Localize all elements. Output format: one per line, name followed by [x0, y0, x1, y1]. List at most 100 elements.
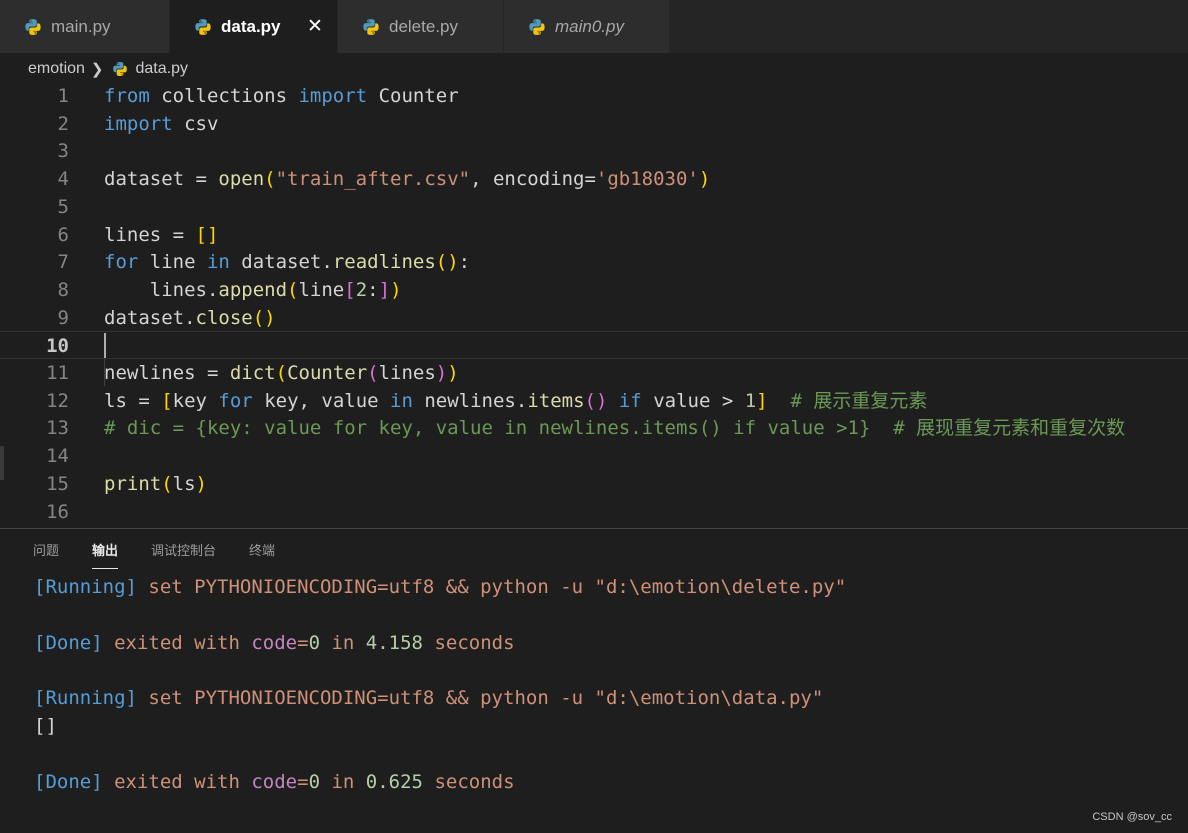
tab-label: main.py — [51, 16, 111, 36]
code-token: import — [104, 113, 173, 135]
python-file-icon — [112, 61, 128, 77]
line-number: 15 — [46, 473, 69, 495]
tab-main-py[interactable]: main.py — [0, 0, 170, 53]
code-token: ) — [390, 279, 402, 301]
close-icon[interactable]: ✕ — [305, 16, 325, 36]
code-text: lines = [] — [104, 221, 218, 249]
code-token: close — [195, 307, 253, 329]
code-token: [ — [344, 279, 356, 301]
code-token: items — [527, 390, 585, 412]
code-line[interactable]: 1 from collections import Counter — [0, 82, 1188, 110]
code-token: ( — [287, 279, 299, 301]
tab-data-py[interactable]: data.py ✕ — [170, 0, 338, 53]
line-number: 13 — [46, 417, 69, 439]
chevron-right-icon: ❯ — [90, 61, 104, 78]
output-token: [Done] — [34, 771, 103, 793]
panel-tab[interactable]: 问题 — [33, 541, 59, 569]
code-token: ) — [195, 473, 207, 495]
output-line: [Done] exited with code=0 in 0.625 secon… — [34, 768, 515, 796]
code-line[interactable]: 16 — [0, 498, 1188, 526]
code-token: if — [618, 390, 642, 412]
code-text: dataset.close() — [104, 304, 276, 332]
code-text: ls = [key for key, value in newlines.ite… — [104, 387, 927, 415]
python-file-icon — [194, 18, 212, 36]
code-line[interactable]: 6 lines = [] — [0, 221, 1188, 249]
output-panel: 问题 输出 调试控制台 终端 [Running] set PYTHONIOENCODI… — [0, 528, 1188, 833]
code-token: # dic = {key: value for key, value in ne… — [104, 417, 1126, 439]
code-token: ls — [172, 473, 196, 495]
line-number: 2 — [57, 113, 69, 135]
code-token: for — [104, 251, 139, 273]
code-line[interactable]: 10 — [0, 331, 1188, 359]
code-token: ) — [435, 362, 448, 384]
code-token: 2 — [355, 279, 368, 301]
code-token: newlines. — [412, 390, 528, 412]
code-line[interactable]: 7 for line in dataset.readlines(): — [0, 248, 1188, 276]
code-token: open — [218, 168, 265, 190]
code-token: [ — [161, 390, 173, 412]
line-number: 12 — [46, 390, 69, 412]
panel-tab[interactable]: 终端 — [249, 541, 275, 569]
tab-main0-py[interactable]: main0.py — [504, 0, 670, 53]
output-token: = — [297, 632, 309, 654]
code-line[interactable]: 15 print(ls) — [0, 470, 1188, 498]
python-file-icon — [24, 18, 42, 36]
panel-tab[interactable]: 调试控制台 — [151, 541, 216, 569]
line-number: 7 — [57, 251, 69, 273]
code-token: ( — [161, 473, 173, 495]
line-number: 1 — [57, 85, 69, 107]
code-token: line — [298, 279, 345, 301]
line-number: 5 — [57, 196, 69, 218]
output-token: [] — [34, 715, 57, 737]
code-text: print(ls) — [104, 470, 207, 498]
output-token: = — [297, 771, 309, 793]
line-number: 10 — [46, 335, 69, 357]
code-token: "train_after.csv" — [275, 168, 471, 190]
code-line[interactable]: 4 dataset = open("train_after.csv", encod… — [0, 165, 1188, 193]
code-token: , encoding= — [470, 168, 596, 190]
gutter-marker — [0, 446, 4, 480]
code-token: lines — [378, 362, 436, 384]
code-token: ) — [698, 168, 711, 190]
tab-label: main0.py — [555, 16, 624, 36]
line-number: 9 — [57, 307, 69, 329]
code-line[interactable]: 11 newlines = dict(Counter(lines)) — [0, 359, 1188, 387]
code-token: ] — [378, 279, 391, 301]
code-line[interactable]: 5 — [0, 193, 1188, 221]
output-token: seconds — [423, 632, 515, 654]
code-line[interactable]: 2 import csv — [0, 110, 1188, 138]
output-token: 0.625 — [365, 771, 423, 793]
breadcrumb-folder[interactable]: emotion — [28, 60, 85, 78]
code-line[interactable]: 8 lines.append(line[2:]) — [0, 276, 1188, 304]
code-token: [] — [195, 224, 219, 246]
code-line[interactable]: 14 — [0, 442, 1188, 470]
code-editor[interactable]: 1 from collections import Counter 2 import … — [0, 82, 1188, 528]
breadcrumb: emotion ❯ data.py — [28, 57, 188, 81]
output-token: set PYTHONIOENCODING=utf8 && python -u "… — [136, 576, 847, 598]
tab-label: data.py — [221, 16, 281, 36]
code-line[interactable]: 3 — [0, 137, 1188, 165]
code-token: collections — [149, 85, 299, 107]
code-token: dataset. — [229, 251, 333, 273]
line-number: 4 — [57, 168, 69, 190]
code-token: ls = — [104, 390, 162, 412]
code-text: lines.append(line[2:]) — [104, 276, 402, 304]
code-token: newlines = — [104, 362, 230, 384]
tab-delete-py[interactable]: delete.py — [338, 0, 504, 53]
code-line[interactable]: 12 ls = [key for key, value in newlines.i… — [0, 387, 1188, 415]
code-line[interactable]: 9 dataset.close() — [0, 304, 1188, 332]
code-token: dataset. — [104, 307, 196, 329]
panel-tab[interactable]: 输出 — [92, 541, 119, 569]
tab-bar: main.py data.py ✕ delete.py main0.py — [0, 0, 1188, 53]
tab-label: delete.py — [389, 16, 458, 36]
breadcrumb-file[interactable]: data.py — [136, 60, 188, 78]
code-text: from collections import Counter — [104, 82, 459, 110]
code-line[interactable]: 13 # dic = {key: value for key, value in … — [0, 414, 1188, 442]
code-token: readlines — [332, 251, 436, 273]
code-token: 'gb18030' — [595, 168, 699, 190]
code-token: () — [435, 251, 459, 273]
code-token: 1 — [744, 390, 757, 412]
code-token: ( — [275, 362, 288, 384]
